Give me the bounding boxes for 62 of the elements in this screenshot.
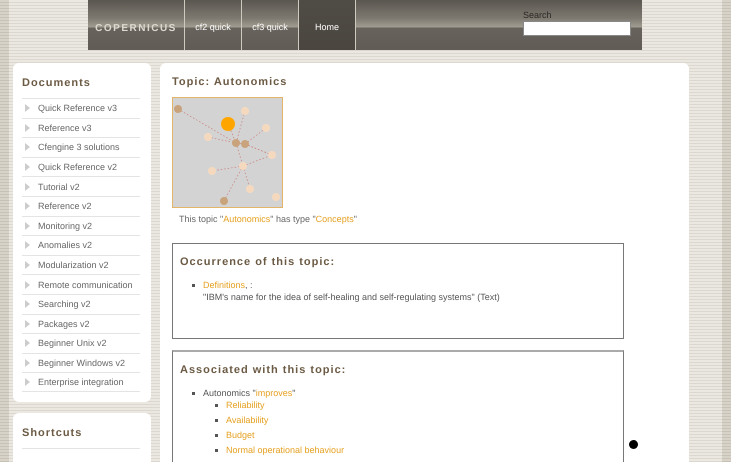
nav-tab[interactable]: cf2 quick [185,0,242,50]
sidebar-item[interactable]: Remote communication [22,274,140,294]
sidebar-item[interactable]: Tutorial v2 [22,176,140,196]
sidebar-item[interactable]: Quick Reference v2 [22,156,140,176]
triangle-icon [25,320,30,328]
graph-node [272,193,280,201]
sidebar-item[interactable]: Reference v2 [22,196,140,216]
graph-node [239,162,247,170]
triangle-icon [25,241,30,250]
graph-node [262,124,270,132]
topic-type-text: This topic "Autonomics" has type "Concepts" [179,214,358,224]
triangle-icon [25,202,30,210]
sidebar-item[interactable]: Beginner Unix v2 [22,333,140,353]
section-title: Associated with this topic: [180,364,348,376]
sidebar-item[interactable]: Modularization v2 [22,254,140,274]
graph-node [241,107,249,115]
triangle-icon [25,104,30,112]
bullet-icon [215,449,218,452]
bullet-icon [215,434,218,437]
triangle-icon [25,163,30,172]
sidebar-item[interactable]: Searching v2 [22,294,140,314]
search-label: Search [523,10,553,20]
occurrence-text: "IBM's name for the idea of self-healing and self-regulating systems" (Text) [203,291,500,303]
bullet-icon [192,284,195,287]
nav-tab[interactable]: Home [299,0,356,50]
triangle-icon [25,261,30,270]
dot-icon [629,440,638,449]
sidebar-item[interactable]: Cfengine 3 solutions [22,137,140,157]
sidebar-item[interactable]: Beginner Windows v2 [22,352,140,372]
triangle-icon [25,143,30,152]
occurrence-entry: Definitions, : [203,279,254,291]
triangle-icon [25,359,30,368]
graph-node [268,151,276,159]
sidebar-item[interactable]: Enterprise integration [22,372,140,392]
triangle-icon [25,280,30,289]
triangle-icon [25,300,30,308]
panel-title: Shortcuts [22,426,84,439]
sidebar-item[interactable]: Monitoring v2 [22,216,140,236]
section-title: Occurrence of this topic: [180,256,336,268]
triangle-icon [25,339,30,348]
triangle-icon [25,378,30,386]
graph-node [174,105,182,113]
bullet-icon [215,419,218,422]
search-field[interactable] [523,21,631,36]
triangle-icon [25,182,30,191]
panel-title: Documents [22,77,92,89]
sidebar-item[interactable]: Anomalies v2 [22,235,140,255]
topic-title: Topic: Autonomics [172,76,288,88]
association-text: Autonomics "improves" [203,387,296,399]
graph-node [246,185,254,193]
graph-node [220,197,228,205]
graph-node [221,117,235,131]
bullet-icon [215,404,218,407]
triangle-icon [25,222,30,230]
sidebar-item[interactable]: Packages v2 [22,314,140,334]
triangle-icon [25,124,30,132]
graph-node [204,133,212,141]
sidebar-item[interactable]: Quick Reference v3 [22,98,140,118]
sidebar-item[interactable]: Reference v3 [22,118,140,138]
bullet-icon [192,392,195,395]
site-logo[interactable]: COPERNICUS [88,0,185,50]
graph-node [208,167,216,175]
